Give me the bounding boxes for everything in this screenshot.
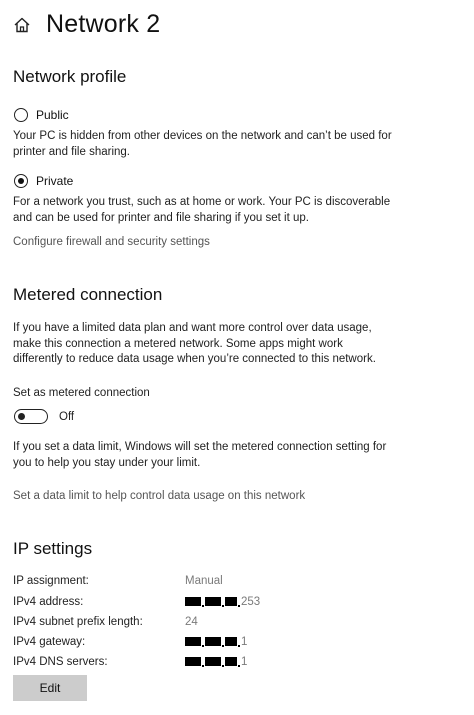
redaction-block — [225, 637, 237, 647]
edit-button[interactable]: Edit — [13, 675, 87, 701]
private-radio[interactable] — [14, 174, 28, 188]
metered-description: If you have a limited data plan and want… — [13, 322, 376, 365]
redaction-block — [185, 657, 201, 667]
data-limit-note: If you set a data limit, Windows will se… — [13, 441, 387, 469]
home-icon[interactable] — [13, 16, 31, 34]
redaction-block — [205, 657, 221, 667]
toggle-knob — [18, 412, 25, 420]
private-description: For a network you trust, such as at home… — [13, 196, 391, 224]
metered-toggle-label: Set as metered connection — [13, 387, 150, 399]
redaction-block — [185, 637, 201, 647]
redaction-block — [205, 597, 221, 607]
redaction-block — [225, 597, 237, 607]
metered-connection-heading: Metered connection — [13, 285, 163, 304]
public-radio-label[interactable]: Public — [36, 108, 69, 122]
metered-toggle[interactable] — [14, 409, 48, 424]
data-limit-link[interactable]: Set a data limit to help control data us… — [13, 490, 305, 502]
ip-assignment-label: IP assignment: — [13, 575, 89, 587]
private-radio-label[interactable]: Private — [36, 174, 73, 188]
ipv4-address-label: IPv4 address: — [13, 596, 84, 608]
dns-servers-label: IPv4 DNS servers: — [13, 656, 108, 668]
ipv4-address-suffix: 253 — [241, 596, 261, 608]
metered-toggle-state: Off — [59, 411, 75, 423]
ip-settings-heading: IP settings — [13, 539, 93, 558]
redaction-block — [225, 657, 237, 667]
public-description: Your PC is hidden from other devices on … — [13, 130, 392, 158]
page-title: Network 2 — [46, 10, 161, 38]
redaction-block — [185, 597, 201, 607]
ipv4-gateway-value: 1 — [185, 636, 247, 648]
redaction-block — [205, 637, 221, 647]
firewall-settings-link[interactable]: Configure firewall and security settings — [13, 236, 210, 248]
public-radio[interactable] — [14, 108, 28, 122]
prefix-length-value: 24 — [185, 616, 198, 628]
prefix-length-label: IPv4 subnet prefix length: — [13, 616, 143, 628]
network-profile-heading: Network profile — [13, 67, 127, 86]
dns-servers-value: 1 — [185, 656, 247, 668]
ipv4-address-value: 253 — [185, 596, 260, 608]
ipv4-gateway-suffix: 1 — [241, 636, 248, 648]
ip-assignment-value: Manual — [185, 575, 223, 587]
dns-servers-suffix: 1 — [241, 656, 248, 668]
ipv4-gateway-label: IPv4 gateway: — [13, 636, 86, 648]
